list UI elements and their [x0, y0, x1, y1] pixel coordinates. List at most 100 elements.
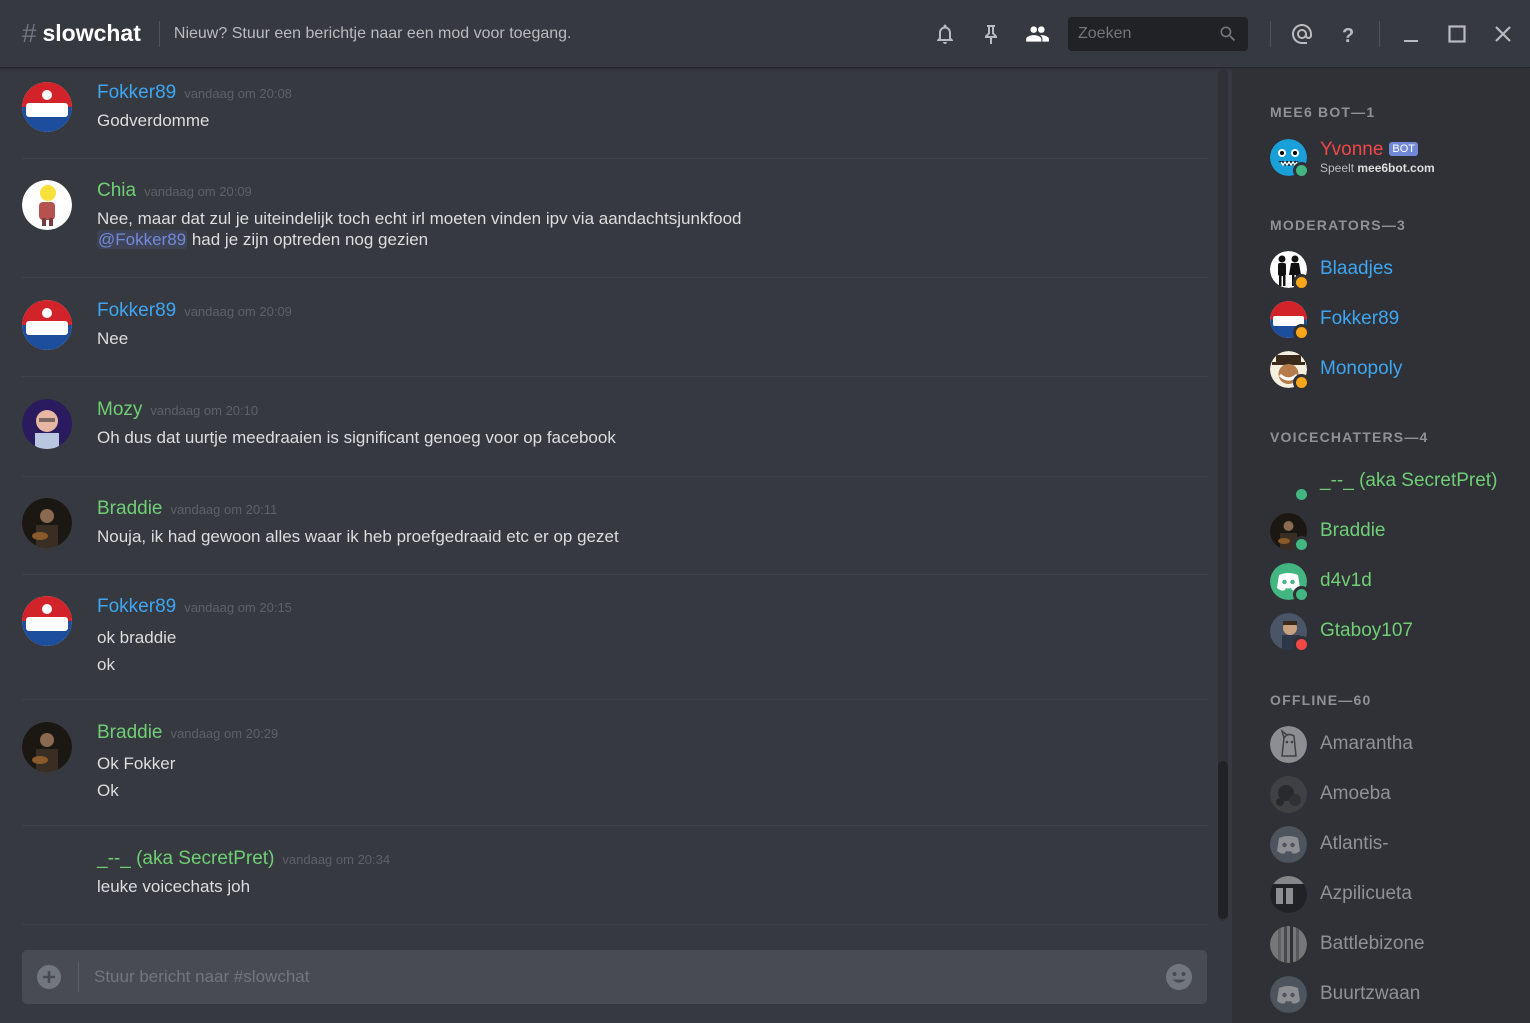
member-name: Buurtzwaan: [1320, 983, 1421, 1004]
chat-area: Fokker89 vandaag om 20:08 Godverdomme Ch…: [0, 69, 1230, 1023]
avatar[interactable]: [22, 300, 72, 350]
member-name: Battlebizone: [1320, 933, 1425, 954]
message: Braddie vandaag om 20:11 Nouja, ik had g…: [22, 498, 1208, 575]
member-name: Gtaboy107: [1320, 620, 1413, 641]
member-item[interactable]: Braddie: [1270, 511, 1526, 553]
member-name: Blaadjes: [1320, 258, 1393, 279]
member-item[interactable]: Blaadjes: [1270, 249, 1526, 291]
status-online-indicator: [1293, 161, 1310, 179]
member-name: Atlantis-: [1320, 833, 1389, 854]
avatar[interactable]: [22, 399, 72, 449]
message-author[interactable]: _--_ (aka SecretPret): [97, 848, 274, 870]
help-icon[interactable]: ?: [1335, 21, 1361, 47]
message: Fokker89 vandaag om 20:09 Nee: [22, 300, 1208, 377]
avatar: [1270, 300, 1310, 341]
member-item[interactable]: _--_ (aka SecretPret): [1270, 461, 1526, 503]
message-text: Oh dus dat uurtje meedraaien is signific…: [97, 428, 616, 447]
close-icon[interactable]: [1490, 21, 1516, 47]
message-author[interactable]: Fokker89: [97, 300, 176, 322]
message-author[interactable]: Chia: [97, 180, 136, 202]
avatar: [1270, 512, 1310, 553]
message-text: Nouja, ik had gewoon alles waar ik heb p…: [97, 527, 619, 546]
header-separator: [1379, 21, 1380, 47]
message-text-rest: had je zijn optreden nog gezien: [187, 230, 429, 249]
message-author[interactable]: Mozy: [97, 399, 142, 421]
avatar: [1270, 250, 1310, 291]
avatar: [1270, 975, 1307, 1013]
message-timestamp: vandaag om 20:09: [184, 304, 292, 319]
bot-badge: BOT: [1389, 142, 1419, 156]
avatar: [1270, 463, 1310, 503]
avatar[interactable]: [22, 82, 72, 132]
message-timestamp: vandaag om 20:09: [144, 184, 252, 199]
member-name: Azpilicueta: [1320, 883, 1412, 904]
avatar: [1270, 138, 1310, 179]
status-online-indicator: [1293, 535, 1310, 553]
at-icon[interactable]: [1289, 21, 1315, 47]
user-mention[interactable]: @Fokker89: [97, 230, 188, 249]
search-input[interactable]: [1078, 25, 1208, 43]
message-text: Godverdomme: [97, 111, 210, 130]
avatar: [1270, 825, 1307, 863]
member-group-title: VOICECHATTERS—4: [1270, 429, 1429, 445]
message: Braddie vandaag om 20:29 Ok Fokker Ok: [22, 722, 1208, 826]
hash-icon: #: [22, 18, 37, 48]
member-name: Braddie: [1320, 520, 1386, 541]
message-timestamp: vandaag om 20:10: [150, 403, 259, 418]
message-timestamp: vandaag om 20:34: [282, 852, 391, 867]
add-attachment-icon[interactable]: [36, 964, 62, 990]
member-item[interactable]: Amoeba: [1270, 774, 1526, 814]
member-item[interactable]: Buurtzwaan: [1270, 974, 1526, 1014]
message-timestamp: vandaag om 20:11: [170, 502, 278, 517]
status-idle-indicator: [1293, 323, 1310, 341]
avatar[interactable]: [22, 498, 72, 548]
member-item[interactable]: Battlebizone: [1270, 924, 1526, 964]
message-author[interactable]: Braddie: [97, 498, 163, 520]
scrollbar-thumb[interactable]: [1218, 761, 1228, 919]
status-idle-indicator: [1293, 373, 1310, 391]
status-online-indicator: [1293, 585, 1310, 603]
status-dnd-indicator: [1293, 635, 1310, 653]
members-icon[interactable]: [1024, 21, 1050, 47]
member-name: Fokker89: [1320, 308, 1400, 329]
message-timestamp: vandaag om 20:29: [170, 726, 279, 741]
message-author[interactable]: Braddie: [97, 722, 163, 744]
message: Fokker89 vandaag om 20:08 Godverdomme: [22, 82, 1208, 159]
svg-text:?: ?: [1342, 25, 1354, 46]
member-item[interactable]: Azpilicueta: [1270, 874, 1526, 914]
member-item[interactable]: Atlantis-: [1270, 824, 1526, 864]
maximize-icon[interactable]: [1444, 21, 1470, 47]
bell-icon[interactable]: [932, 21, 958, 47]
member-name: Monopoly: [1320, 358, 1403, 379]
message-text: Nee: [97, 329, 129, 348]
emoji-icon[interactable]: [1165, 963, 1193, 991]
pin-icon[interactable]: [978, 21, 1004, 47]
member-name: Amarantha: [1320, 733, 1413, 754]
message-author[interactable]: Fokker89: [97, 596, 176, 618]
search-box[interactable]: [1068, 17, 1248, 51]
channel-topic: Nieuw? Stuur een berichtje naar een mod …: [173, 24, 572, 42]
member-item[interactable]: d4v1d: [1270, 561, 1526, 603]
member-item[interactable]: Monopoly: [1270, 349, 1526, 391]
member-item[interactable]: Fokker89: [1270, 299, 1526, 341]
avatar[interactable]: [22, 722, 72, 772]
avatar[interactable]: [22, 596, 72, 646]
minimize-icon[interactable]: [1398, 21, 1424, 47]
message: _--_ (aka SecretPret) vandaag om 20:34 l…: [22, 848, 1208, 925]
message-input[interactable]: [94, 967, 1165, 987]
member-item[interactable]: Amarantha: [1270, 724, 1526, 764]
message-author[interactable]: Fokker89: [97, 82, 176, 104]
message: Fokker89 vandaag om 20:15 ok braddie ok: [22, 596, 1208, 700]
avatar: [1270, 612, 1310, 653]
status-idle-indicator: [1293, 273, 1310, 291]
avatar[interactable]: [22, 180, 72, 230]
avatar: [1270, 562, 1310, 603]
message-text: ok braddie: [97, 628, 177, 647]
member-item[interactable]: Gtaboy107: [1270, 611, 1526, 653]
message-text: Ok: [97, 781, 119, 800]
chat-scrollbar[interactable]: [1218, 69, 1228, 921]
avatar: [1270, 725, 1307, 763]
member-item[interactable]: Yvonne BOT Speelt mee6bot.com: [1270, 137, 1526, 179]
message-composer: [22, 950, 1207, 1004]
message-text: leuke voicechats joh: [97, 877, 251, 896]
